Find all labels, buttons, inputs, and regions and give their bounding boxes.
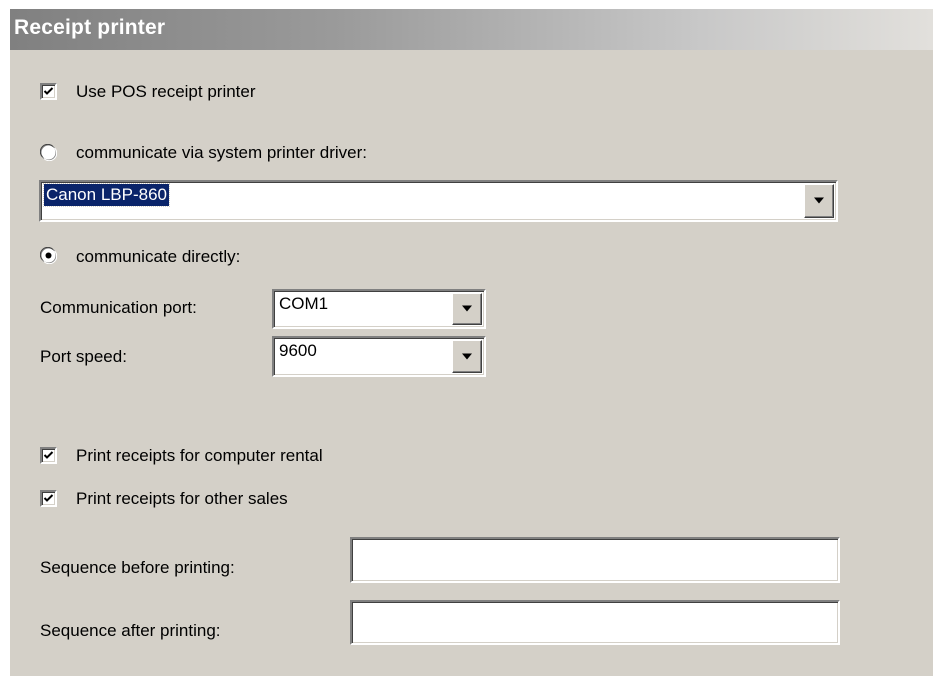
printer-driver-value: Canon LBP-860	[43, 183, 170, 207]
checkmark-icon	[43, 494, 54, 502]
comm-port-dropdown-button[interactable]	[452, 293, 482, 325]
sequence-after-label: Sequence after printing:	[40, 621, 221, 640]
chevron-down-icon	[814, 197, 824, 204]
printer-driver-dropdown-button[interactable]	[804, 184, 834, 218]
print-other-checkbox[interactable]	[40, 490, 57, 507]
chevron-down-icon	[462, 305, 472, 312]
port-speed-dropdown-button[interactable]	[452, 340, 482, 373]
receipt-printer-panel: Receipt printer Use POS receipt printer …	[10, 9, 933, 676]
comm-port-select[interactable]: COM1	[272, 289, 486, 329]
direct-radio[interactable]	[40, 247, 57, 264]
port-speed-label: Port speed:	[40, 347, 127, 366]
system-driver-label: communicate via system printer driver:	[76, 143, 367, 162]
sequence-before-input[interactable]	[350, 537, 840, 583]
print-rental-checkbox[interactable]	[40, 447, 57, 464]
use-pos-printer-checkbox[interactable]	[40, 83, 57, 100]
use-pos-printer-label: Use POS receipt printer	[76, 82, 256, 101]
chevron-down-icon	[462, 353, 472, 359]
sequence-before-label: Sequence before printing:	[40, 558, 235, 577]
sequence-after-input[interactable]	[350, 600, 840, 645]
section-header: Receipt printer	[10, 9, 933, 50]
comm-port-value: COM1	[279, 294, 329, 313]
print-rental-label: Print receipts for computer rental	[76, 446, 323, 465]
direct-label: communicate directly:	[76, 247, 241, 266]
printer-driver-select[interactable]: Canon LBP-860	[39, 180, 838, 222]
print-other-label: Print receipts for other sales	[76, 489, 288, 508]
checkmark-icon	[43, 87, 54, 95]
comm-port-label: Communication port:	[40, 298, 197, 317]
port-speed-select[interactable]: 9600	[272, 336, 486, 377]
section-title: Receipt printer	[14, 16, 166, 39]
port-speed-value: 9600	[279, 341, 317, 360]
system-driver-radio[interactable]	[40, 144, 57, 161]
checkmark-icon	[43, 451, 54, 459]
